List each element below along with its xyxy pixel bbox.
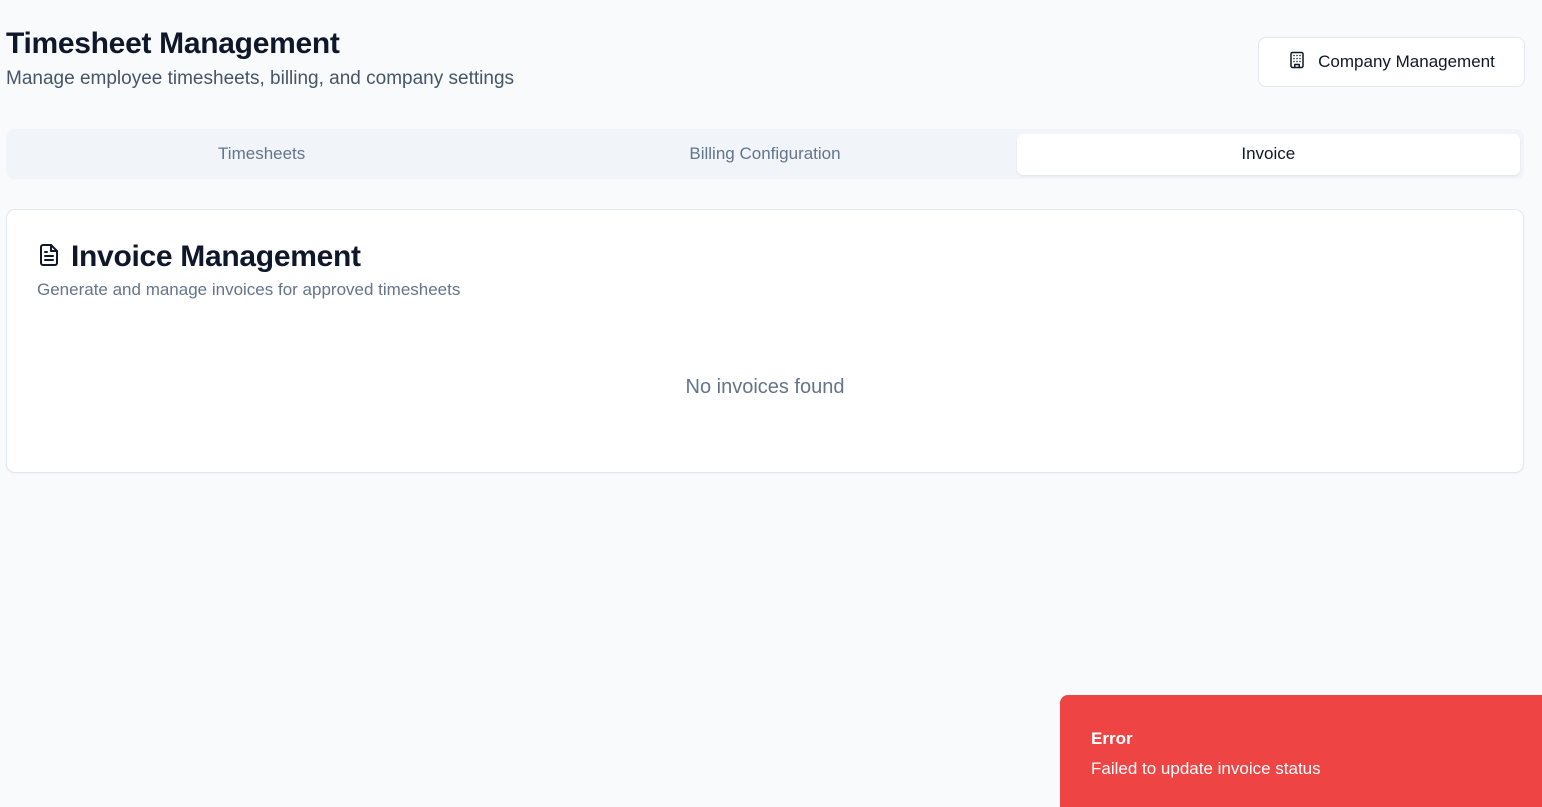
page: Timesheet Management Manage employee tim… <box>0 0 1542 807</box>
tab-invoice[interactable]: Invoice <box>1016 133 1520 175</box>
tab-billing-configuration[interactable]: Billing Configuration <box>513 134 1016 175</box>
card-description: Generate and manage invoices for approve… <box>37 280 461 299</box>
page-subtitle: Manage employee timesheets, billing, and… <box>6 68 515 89</box>
toast-title: Error <box>1091 729 1133 748</box>
company-management-label: Company Management <box>1318 52 1495 71</box>
card-header: Invoice Management <box>37 240 361 274</box>
invoice-management-card: Invoice Management Generate and manage i… <box>6 209 1524 473</box>
page-title: Timesheet Management <box>6 27 340 60</box>
tab-timesheets[interactable]: Timesheets <box>10 134 513 175</box>
building-icon <box>1288 51 1306 74</box>
card-title: Invoice Management <box>71 240 361 273</box>
tab-list: Timesheets Billing Configuration Invoice <box>6 129 1524 179</box>
error-toast[interactable]: Error Failed to update invoice status <box>1060 695 1542 807</box>
empty-state-message: No invoices found <box>685 376 845 398</box>
file-text-icon <box>37 243 61 272</box>
page-header: Timesheet Management Manage employee tim… <box>6 26 514 92</box>
company-management-button[interactable]: Company Management <box>1258 37 1525 87</box>
toast-message: Failed to update invoice status <box>1091 759 1321 778</box>
